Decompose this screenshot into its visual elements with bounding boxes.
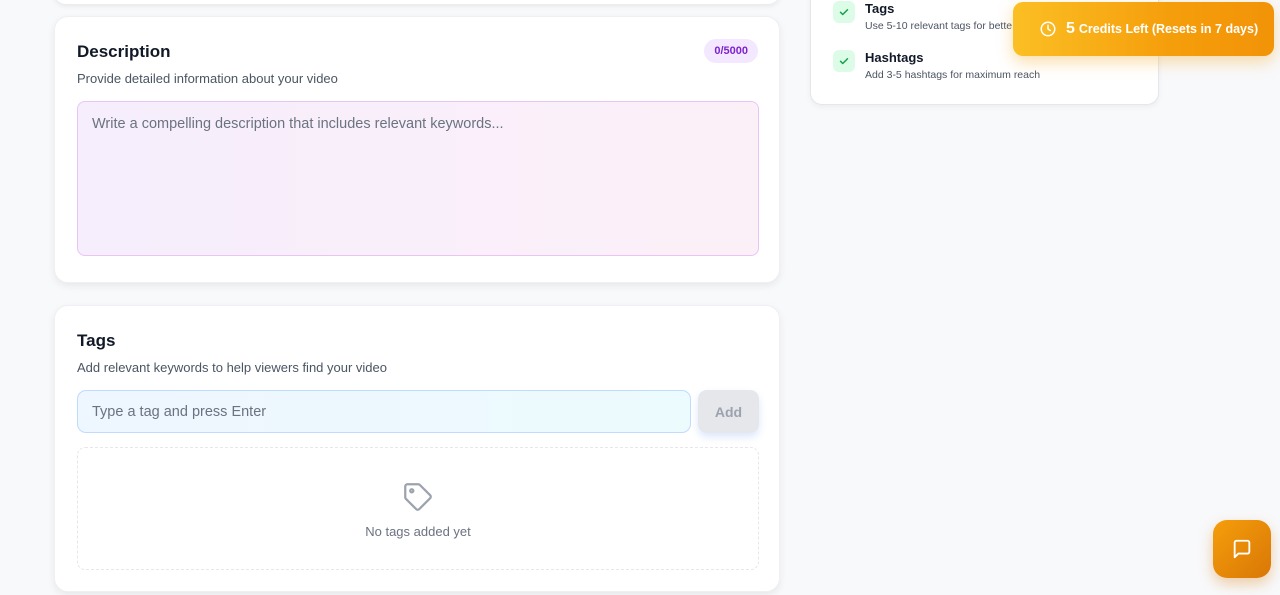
previous-card-edge	[54, 0, 780, 4]
tip-description: Add 3-5 hashtags for maximum reach	[865, 69, 1041, 81]
chat-icon	[1233, 539, 1251, 559]
check-icon	[833, 1, 855, 23]
tip-description: Use 5-10 relevant tags for bette	[865, 20, 1013, 32]
chat-button[interactable]	[1213, 520, 1271, 578]
tags-title: Tags	[77, 331, 116, 350]
description-title: Description	[77, 42, 171, 61]
description-subtitle: Provide detailed information about your …	[77, 71, 338, 86]
check-icon	[833, 50, 855, 72]
tag-input[interactable]	[77, 390, 691, 433]
description-textarea[interactable]	[77, 101, 759, 256]
character-counter-badge: 0/5000	[704, 39, 758, 63]
tags-subtitle: Add relevant keywords to help viewers fi…	[77, 360, 387, 375]
tip-title: Tags	[865, 1, 895, 16]
credits-count: 5	[1066, 20, 1075, 37]
credits-banner[interactable]: 5 Credits Left (Resets in 7 days)	[1013, 2, 1274, 56]
tags-card: Tags Add relevant keywords to help viewe…	[54, 305, 780, 592]
clock-icon	[1040, 21, 1056, 37]
tip-title: Hashtags	[865, 50, 924, 65]
empty-tags-text: No tags added yet	[365, 524, 471, 539]
add-tag-button[interactable]: Add	[698, 390, 759, 433]
empty-tags-area: No tags added yet	[77, 447, 759, 570]
tag-icon	[404, 483, 432, 511]
description-card: Description Provide detailed information…	[54, 16, 780, 283]
credits-text: Credits Left (Resets in 7 days)	[1078, 22, 1259, 36]
